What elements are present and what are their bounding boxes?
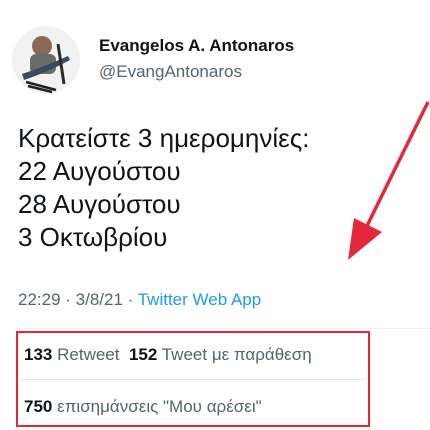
retweets-count: 133: [24, 345, 53, 364]
likes-count: 750: [24, 397, 53, 416]
meta-separator: ·: [122, 290, 138, 309]
avatar-image: [12, 26, 80, 94]
avatar[interactable]: [12, 26, 80, 94]
tweet-time[interactable]: 22:29: [18, 290, 61, 309]
retweet-stats-row: 133 Retweet 152 Tweet με παράθεση: [24, 345, 312, 365]
quotes-label: Tweet με παράθεση: [161, 345, 312, 364]
tweet-line: Κρατείστε 3 ημερομηνίες:: [18, 123, 310, 153]
retweets-label: Retweet: [57, 345, 120, 364]
likes-stat[interactable]: 750 επισημάνσεις "Μου αρέσει": [24, 397, 262, 416]
quotes-count: 152: [128, 345, 158, 364]
tweet-line: 3 Οκτωβρίου: [18, 222, 168, 252]
tweet-line: 22 Αυγούστου: [18, 156, 181, 186]
tweet-text: Κρατείστε 3 ημερομηνίες: 22 Αυγούστου 28…: [18, 122, 309, 254]
divider: [20, 379, 366, 380]
likes-stats-row: 750 επισημάνσεις "Μου αρέσει": [24, 397, 262, 417]
annotation-arrow-icon: [348, 101, 430, 260]
likes-label: επισημάνσεις "Μου αρέσει": [57, 397, 262, 416]
quotes-stat[interactable]: 152 Tweet με παράθεση: [129, 345, 312, 364]
author-display-name[interactable]: Evangelos A. Antonaros: [99, 36, 294, 56]
tweet-meta: 22:29 · 3/8/21 · Twitter Web App: [18, 290, 261, 310]
tweet-source-link[interactable]: Twitter Web App: [138, 290, 261, 309]
tweet-line: 28 Αυγούστου: [18, 189, 181, 219]
author-handle[interactable]: @EvangAntonaros: [99, 62, 242, 82]
retweets-stat[interactable]: 133 Retweet: [24, 345, 119, 364]
meta-separator: ·: [60, 290, 76, 309]
tweet-date[interactable]: 3/8/21: [76, 290, 123, 309]
divider: [16, 328, 430, 329]
